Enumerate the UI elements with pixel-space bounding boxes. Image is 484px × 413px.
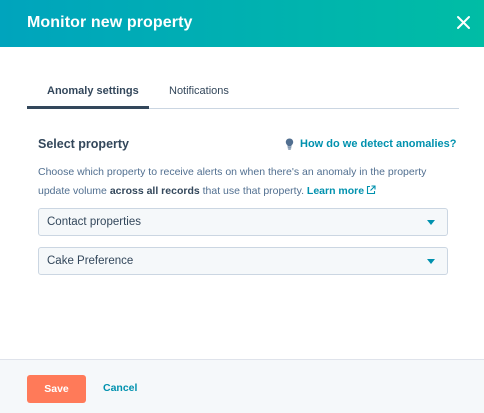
tab-anomaly-settings[interactable]: Anomaly settings	[47, 85, 139, 97]
tab-bar: Anomaly settings Notifications	[27, 82, 459, 109]
object-type-select[interactable]: Contact properties	[38, 208, 448, 236]
learn-more-label: Learn more	[306, 185, 365, 197]
learn-more-link[interactable]: Learn more	[307, 185, 376, 197]
description-text-2: that use that property.	[199, 185, 307, 197]
close-icon	[457, 16, 470, 29]
close-button[interactable]	[455, 14, 472, 31]
external-link-icon	[367, 185, 376, 195]
select-value: Contact properties	[47, 216, 141, 228]
section-title: Select property	[38, 137, 130, 151]
section-description: Choose which property to receive alerts …	[38, 163, 453, 201]
lightbulb-icon	[285, 138, 294, 150]
select-value: Cake Preference	[47, 255, 134, 267]
help-link-label: How do we detect anomalies?	[300, 138, 457, 150]
chevron-down-icon	[427, 259, 435, 264]
modal-footer: Save Cancel	[0, 359, 484, 413]
chevron-down-icon	[427, 220, 435, 225]
tab-notifications[interactable]: Notifications	[169, 85, 229, 97]
help-link[interactable]: How do we detect anomalies?	[285, 138, 456, 150]
modal-header: Monitor new property	[0, 0, 484, 47]
description-bold: across all records	[109, 185, 200, 197]
modal-title: Monitor new property	[27, 14, 193, 31]
save-button[interactable]: Save	[27, 375, 86, 403]
property-select[interactable]: Cake Preference	[38, 247, 448, 275]
active-tab-indicator	[27, 106, 149, 109]
cancel-button[interactable]: Cancel	[103, 382, 137, 394]
